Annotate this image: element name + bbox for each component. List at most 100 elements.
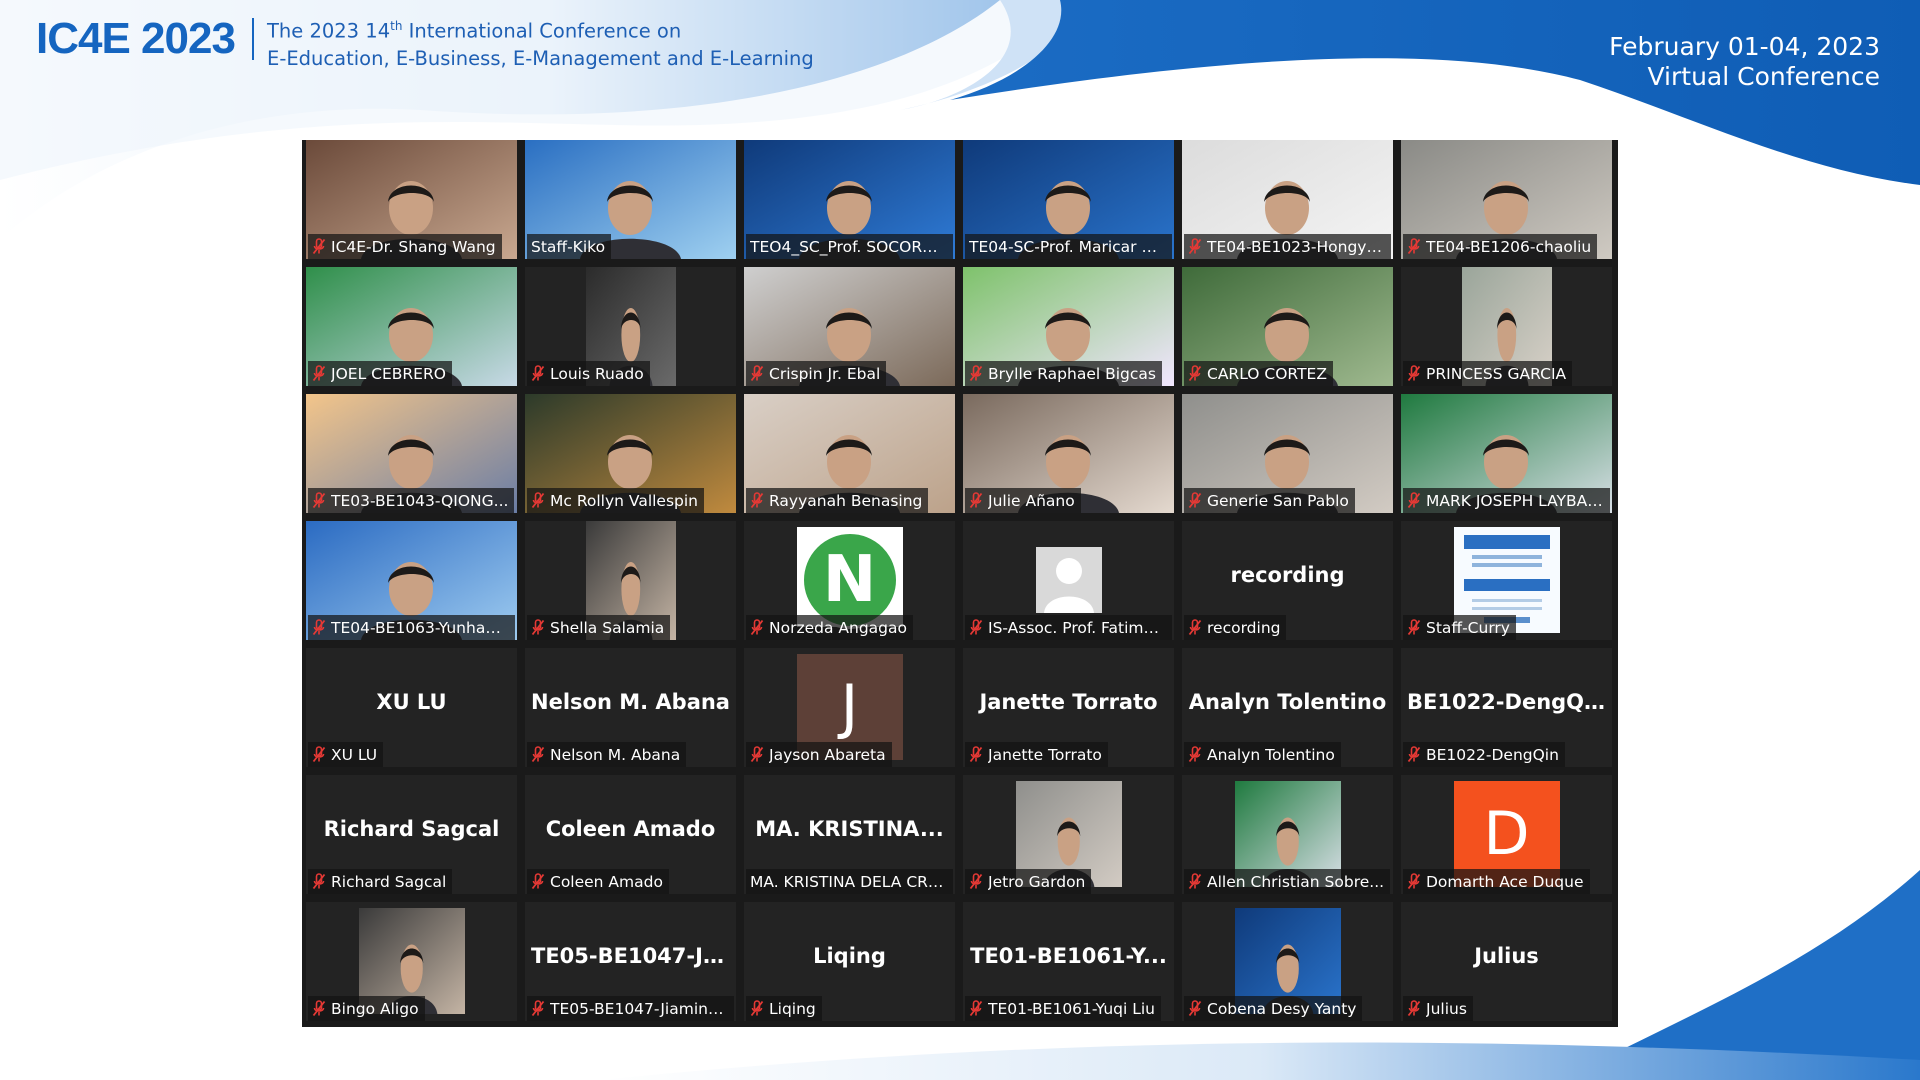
participant-display-name: BE1022-DengQin	[1407, 690, 1607, 714]
participant-display-name: XU LU	[376, 690, 447, 714]
participant-tile[interactable]: Bingo Aligo	[306, 902, 517, 1021]
muted-mic-icon	[531, 619, 545, 636]
participant-tile[interactable]: TE04-SC-Prof. Maricar Pru...	[963, 140, 1174, 259]
muted-mic-icon	[1188, 619, 1202, 636]
muted-mic-icon	[1407, 238, 1421, 255]
participant-tile[interactable]: JOEL CEBRERO	[306, 267, 517, 386]
participant-tile[interactable]: IS-Assoc. Prof. Fatima ...	[963, 521, 1174, 640]
participant-display-name: Janette Torrato	[979, 690, 1158, 714]
participant-tile[interactable]: TEO4_SC_Prof. SOCORRO...	[744, 140, 955, 259]
participant-tile[interactable]: Brylle Raphael Bigcas	[963, 267, 1174, 386]
participant-display-name: Richard Sagcal	[323, 817, 500, 841]
participant-tile[interactable]: Staff-Curry	[1401, 521, 1612, 640]
participant-tile[interactable]: CARLO CORTEZ	[1182, 267, 1393, 386]
participant-tile[interactable]: Nelson M. Abana Nelson M. Abana	[525, 648, 736, 767]
participant-display-name: Liqing	[813, 944, 886, 968]
participant-display-name: Julius	[1474, 944, 1539, 968]
participant-name: Liqing	[769, 999, 816, 1018]
muted-mic-icon	[312, 1000, 326, 1017]
participant-tile[interactable]: Allen Christian Sobre...	[1182, 775, 1393, 894]
participant-name: Rayyanah Benasing	[769, 491, 923, 510]
participant-tile[interactable]: Staff-Kiko	[525, 140, 736, 259]
participant-name-label: TE04-BE1206-chaoliu	[1403, 234, 1598, 259]
participant-tile[interactable]: D Domarth Ace Duque	[1401, 775, 1612, 894]
participant-tile[interactable]: Mc Rollyn Vallespin	[525, 394, 736, 513]
participant-tile[interactable]: Jetro Gardon	[963, 775, 1174, 894]
participant-name: Shella Salamia	[550, 618, 665, 637]
participant-tile[interactable]: TE04-BE1063-Yunhao Li	[306, 521, 517, 640]
participant-name-label: TE04-SC-Prof. Maricar Pru...	[965, 234, 1172, 259]
participant-name: Analyn Tolentino	[1207, 745, 1335, 764]
participant-name-label: IC4E-Dr. Shang Wang	[308, 234, 502, 259]
muted-mic-icon	[312, 492, 326, 509]
participant-name-label: Julie Añano	[965, 488, 1081, 513]
conference-logo: IC4E 2023	[36, 14, 236, 63]
participant-tile[interactable]: Generie San Pablo	[1182, 394, 1393, 513]
muted-mic-icon	[750, 1000, 764, 1017]
participant-tile[interactable]: Shella Salamia	[525, 521, 736, 640]
participant-name-label: Bingo Aligo	[308, 996, 425, 1021]
participant-display-name: Coleen Amado	[545, 817, 716, 841]
participant-name: BE1022-DengQin	[1426, 745, 1559, 764]
participant-name-label: recording	[1184, 615, 1287, 640]
participant-name-label: Julius	[1403, 996, 1473, 1021]
participant-name-label: Domarth Ace Duque	[1403, 869, 1590, 894]
participant-name: Coleen Amado	[550, 872, 663, 891]
participant-tile[interactable]: XU LU XU LU	[306, 648, 517, 767]
participant-name: Domarth Ace Duque	[1426, 872, 1584, 891]
participant-name: TE04-BE1023-Hongya...	[1207, 237, 1385, 256]
participant-name-label: BE1022-DengQin	[1403, 742, 1565, 767]
participant-name: IC4E-Dr. Shang Wang	[331, 237, 496, 256]
participant-display-name: Nelson M. Abana	[531, 690, 730, 714]
participant-name: Generie San Pablo	[1207, 491, 1349, 510]
participant-tile[interactable]: Julius Julius	[1401, 902, 1612, 1021]
muted-mic-icon	[1188, 492, 1202, 509]
participant-name-label: MA. KRISTINA DELA CRUZ	[746, 869, 953, 894]
participant-tile[interactable]: Rayyanah Benasing	[744, 394, 955, 513]
participant-name: TE03-BE1043-QIONG...	[331, 491, 509, 510]
muted-mic-icon	[750, 746, 764, 763]
participant-name-label: Rayyanah Benasing	[746, 488, 929, 513]
conference-title: The 2023 14th International Conference o…	[267, 13, 814, 72]
participant-tile[interactable]: Julie Añano	[963, 394, 1174, 513]
participant-tile[interactable]: BE1022-DengQin BE1022-DengQin	[1401, 648, 1612, 767]
muted-mic-icon	[1188, 873, 1202, 890]
participant-tile[interactable]: Richard Sagcal Richard Sagcal	[306, 775, 517, 894]
participant-tile[interactable]: IC4E-Dr. Shang Wang	[306, 140, 517, 259]
participant-tile[interactable]: Cobena Desy Yanty	[1182, 902, 1393, 1021]
participant-tile[interactable]: TE04-BE1023-Hongya...	[1182, 140, 1393, 259]
participant-display-name: Analyn Tolentino	[1188, 690, 1387, 714]
participant-name-label: Janette Torrato	[965, 742, 1108, 767]
participant-tile[interactable]: J Jayson Abareta	[744, 648, 955, 767]
participant-tile[interactable]: TE04-BE1206-chaoliu	[1401, 140, 1612, 259]
muted-mic-icon	[531, 746, 545, 763]
participant-name: Louis Ruado	[550, 364, 644, 383]
participant-name: Mc Rollyn Vallespin	[550, 491, 699, 510]
participant-tile[interactable]: N Norzeda Angagao	[744, 521, 955, 640]
participant-tile[interactable]: MA. KRISTINA... MA. KRISTINA DELA CRUZ	[744, 775, 955, 894]
participant-tile[interactable]: recording recording	[1182, 521, 1393, 640]
participant-name-label: TE01-BE1061-Yuqi Liu	[965, 996, 1162, 1021]
participant-tile[interactable]: Coleen Amado Coleen Amado	[525, 775, 736, 894]
conference-title-line-1: The 2023 14th International Conference o…	[267, 19, 682, 43]
participant-tile[interactable]: Janette Torrato Janette Torrato	[963, 648, 1174, 767]
participant-name: Crispin Jr. Ebal	[769, 364, 881, 383]
muted-mic-icon	[969, 746, 983, 763]
participant-tile[interactable]: PRINCESS GARCIA	[1401, 267, 1612, 386]
conference-mode-line: Virtual Conference	[1647, 62, 1881, 91]
participant-tile[interactable]: TE05-BE1047-Ji... TE05-BE1047-Jiamin D...	[525, 902, 736, 1021]
participant-name-label: Staff-Curry	[1403, 615, 1516, 640]
participant-name-label: IS-Assoc. Prof. Fatima ...	[965, 615, 1172, 640]
participant-tile[interactable]: Analyn Tolentino Analyn Tolentino	[1182, 648, 1393, 767]
conference-date-line: February 01-04, 2023	[1609, 32, 1880, 61]
participant-name: TE05-BE1047-Jiamin D...	[550, 999, 728, 1018]
participant-tile[interactable]: TE03-BE1043-QIONG...	[306, 394, 517, 513]
participant-tile[interactable]: Liqing Liqing	[744, 902, 955, 1021]
participant-tile[interactable]: Louis Ruado	[525, 267, 736, 386]
participant-name-label: Nelson M. Abana	[527, 742, 687, 767]
participant-tile[interactable]: TE01-BE1061-Y... TE01-BE1061-Yuqi Liu	[963, 902, 1174, 1021]
participant-name: recording	[1207, 618, 1281, 637]
participant-tile[interactable]: Crispin Jr. Ebal	[744, 267, 955, 386]
muted-mic-icon	[969, 873, 983, 890]
participant-tile[interactable]: MARK JOSEPH LAYBA ...	[1401, 394, 1612, 513]
